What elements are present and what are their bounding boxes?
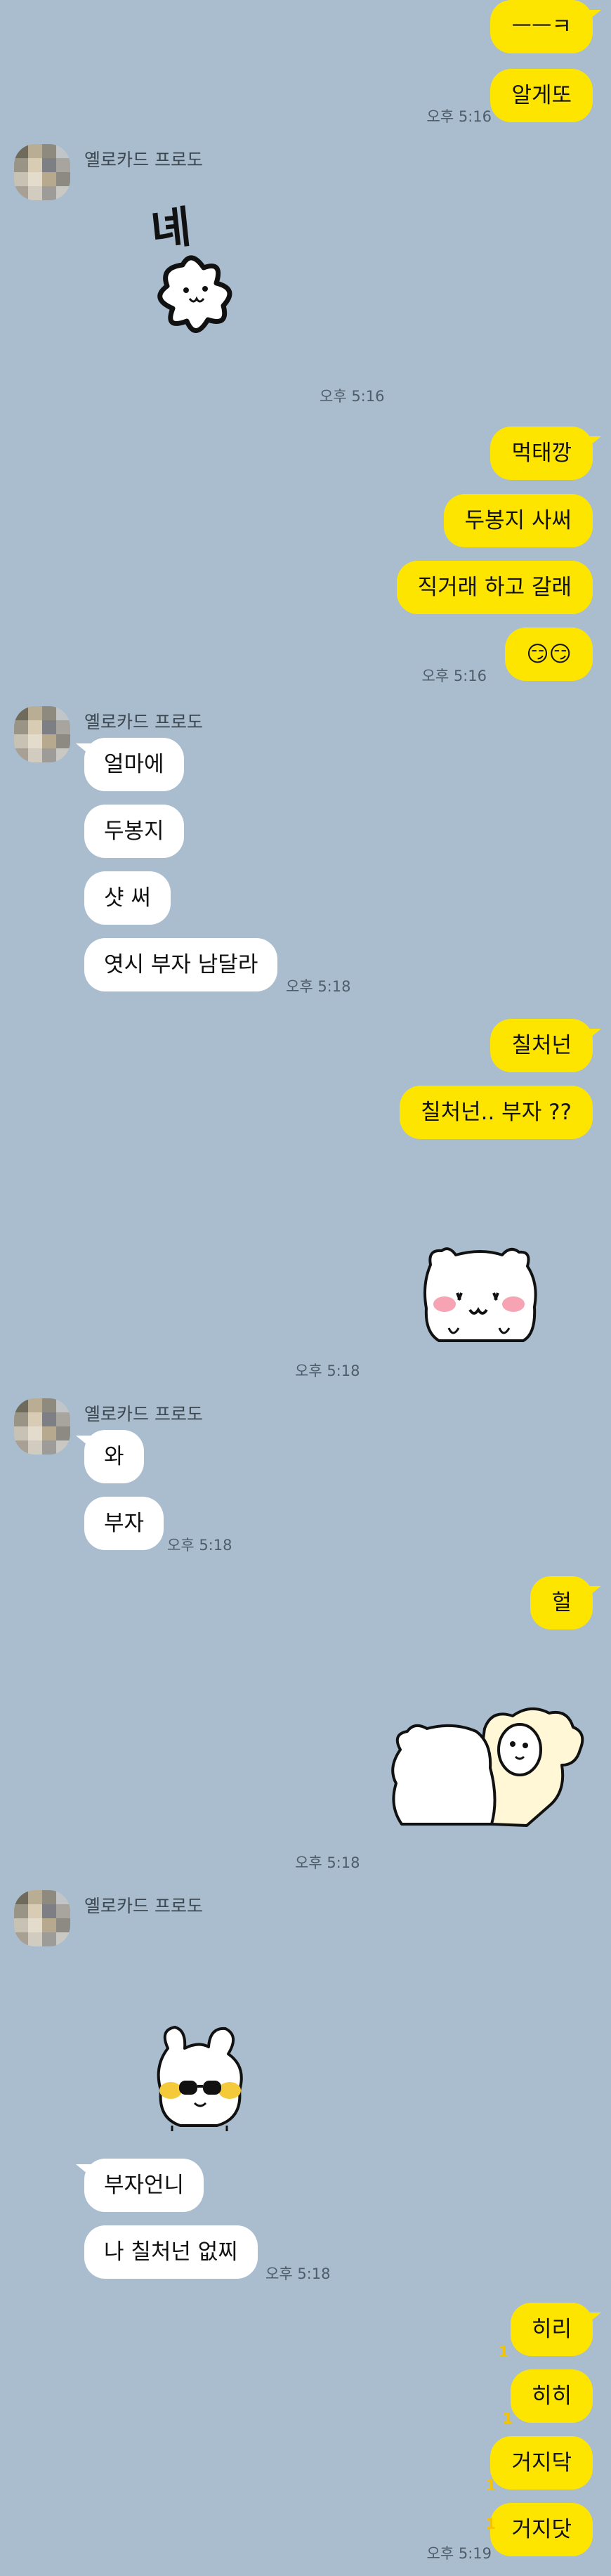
sticker-star-character[interactable]: 녜 xyxy=(140,200,260,369)
unread-count: 1 xyxy=(502,2410,513,2427)
other-message-bubble[interactable]: 얼마에 xyxy=(84,738,184,791)
message-time: 오후 5:18 xyxy=(295,1854,360,1871)
bubble-tail xyxy=(586,1586,601,1599)
message-text: 거지닷 xyxy=(511,2517,572,2542)
avatar[interactable] xyxy=(14,706,70,762)
other-message-bubble[interactable]: 와 xyxy=(84,1430,144,1483)
bubble-tail xyxy=(586,2312,601,2325)
unread-count: 1 xyxy=(498,2343,508,2360)
message-time: 오후 5:16 xyxy=(426,108,492,125)
my-message-bubble[interactable]: 😏😏 xyxy=(505,627,593,681)
message-time: 오후 5:16 xyxy=(320,388,385,405)
message-text: 칠처넌 xyxy=(511,1033,572,1058)
message-time: 오후 5:18 xyxy=(265,2265,331,2282)
message-text: 부자언니 xyxy=(104,2173,185,2198)
other-message-bubble[interactable]: 부자언니 xyxy=(84,2159,204,2212)
my-message-bubble[interactable]: 칠처넌.. 부자 ?? xyxy=(400,1086,593,1139)
avatar[interactable] xyxy=(14,1398,70,1455)
my-message-bubble[interactable]: 두봉지 사써 xyxy=(443,494,593,547)
my-message-bubble[interactable]: 헐 xyxy=(530,1576,593,1629)
message-text: 히리 xyxy=(531,2317,572,2342)
other-message-bubble[interactable]: 나 칠처넌 없찌 xyxy=(84,2225,258,2279)
message-text: 샷 써 xyxy=(104,885,151,911)
sender-name: 옐로카드 프로도 xyxy=(84,712,203,732)
message-text: 직거래 하고 갈래 xyxy=(417,575,572,600)
message-text: 두봉지 xyxy=(104,819,164,844)
bubble-tail xyxy=(586,436,601,449)
message-text: 두봉지 사써 xyxy=(464,508,572,533)
my-message-bubble[interactable]: 거지닷 xyxy=(490,2503,593,2556)
message-time: 오후 5:18 xyxy=(286,978,351,995)
sticker-text: 녜 xyxy=(148,201,193,256)
message-text: ㅡㅡㅋ xyxy=(511,14,572,39)
message-text: 와 xyxy=(104,1444,124,1469)
message-time: 오후 5:19 xyxy=(426,2545,492,2562)
message-text: 거지닥 xyxy=(511,2450,572,2476)
sender-name: 옐로카드 프로도 xyxy=(84,1896,203,1916)
sticker-rabbit-sunglasses[interactable] xyxy=(144,2020,256,2133)
message-time: 오후 5:18 xyxy=(167,1537,232,1554)
message-text: 엿시 부자 남달라 xyxy=(104,952,258,977)
sticker-white-bear-blushing[interactable] xyxy=(418,1244,544,1346)
message-text: 히히 xyxy=(531,2383,572,2409)
message-text: 먹태깡 xyxy=(511,441,572,466)
my-message-bubble[interactable]: 먹태깡 xyxy=(490,427,593,480)
other-message-bubble[interactable]: 엿시 부자 남달라 xyxy=(84,938,278,991)
message-text: 알게또 xyxy=(511,83,572,108)
message-time: 오후 5:18 xyxy=(295,1362,360,1379)
unread-count: 1 xyxy=(485,2516,496,2532)
sender-name: 옐로카드 프로도 xyxy=(84,150,203,170)
other-message-bubble[interactable]: 부자 xyxy=(84,1497,164,1550)
my-message-bubble[interactable]: 칠처넌 xyxy=(490,1019,593,1072)
unread-count: 1 xyxy=(485,2477,496,2494)
message-text: 헐 xyxy=(551,1590,572,1615)
avatar[interactable] xyxy=(14,144,70,200)
message-text: 나 칠처넌 없찌 xyxy=(104,2239,238,2265)
sender-name: 옐로카드 프로도 xyxy=(84,1404,203,1424)
bubble-tail xyxy=(586,1029,601,1041)
emoji-text: 😏😏 xyxy=(526,642,572,667)
my-message-bubble[interactable]: 알게또 xyxy=(490,69,593,122)
my-message-bubble[interactable]: 히히 xyxy=(510,2369,593,2423)
message-time: 오후 5:16 xyxy=(421,668,487,684)
my-message-bubble[interactable]: ㅡㅡㅋ xyxy=(490,0,593,53)
message-text: 칠처넌.. 부자 ?? xyxy=(421,1100,572,1125)
my-message-bubble[interactable]: 거지닥 xyxy=(490,2436,593,2490)
my-message-bubble[interactable]: 히리 xyxy=(510,2303,593,2356)
message-text: 얼마에 xyxy=(104,752,164,777)
avatar[interactable] xyxy=(14,1890,70,1946)
my-message-bubble[interactable]: 직거래 하고 갈래 xyxy=(396,561,593,614)
sticker-bear-and-lamb[interactable] xyxy=(386,1700,590,1830)
message-text: 부자 xyxy=(104,1511,145,1536)
other-message-bubble[interactable]: 두봉지 xyxy=(84,805,184,858)
bubble-tail xyxy=(586,10,601,22)
other-message-bubble[interactable]: 샷 써 xyxy=(84,871,171,925)
